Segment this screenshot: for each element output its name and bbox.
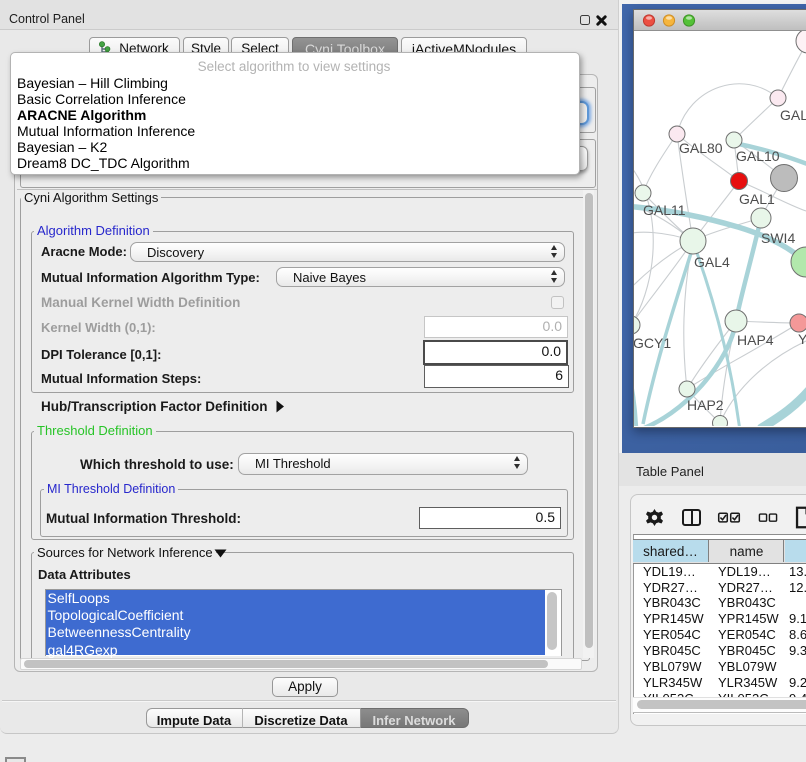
svg-text:SWI4: SWI4 xyxy=(761,230,795,246)
svg-text:Y: Y xyxy=(798,331,806,347)
svg-text:GAL11: GAL11 xyxy=(643,202,686,218)
svg-text:HAP2: HAP2 xyxy=(687,397,724,413)
svg-text:GAL4: GAL4 xyxy=(694,254,730,270)
svg-text:HAP4: HAP4 xyxy=(737,332,774,348)
svg-text:GAL10: GAL10 xyxy=(736,148,780,164)
svg-text:GAL1: GAL1 xyxy=(739,191,775,207)
svg-text:GCY1: GCY1 xyxy=(634,335,671,351)
svg-text:GAL7: GAL7 xyxy=(780,107,806,123)
svg-text:GAL80: GAL80 xyxy=(679,140,723,156)
